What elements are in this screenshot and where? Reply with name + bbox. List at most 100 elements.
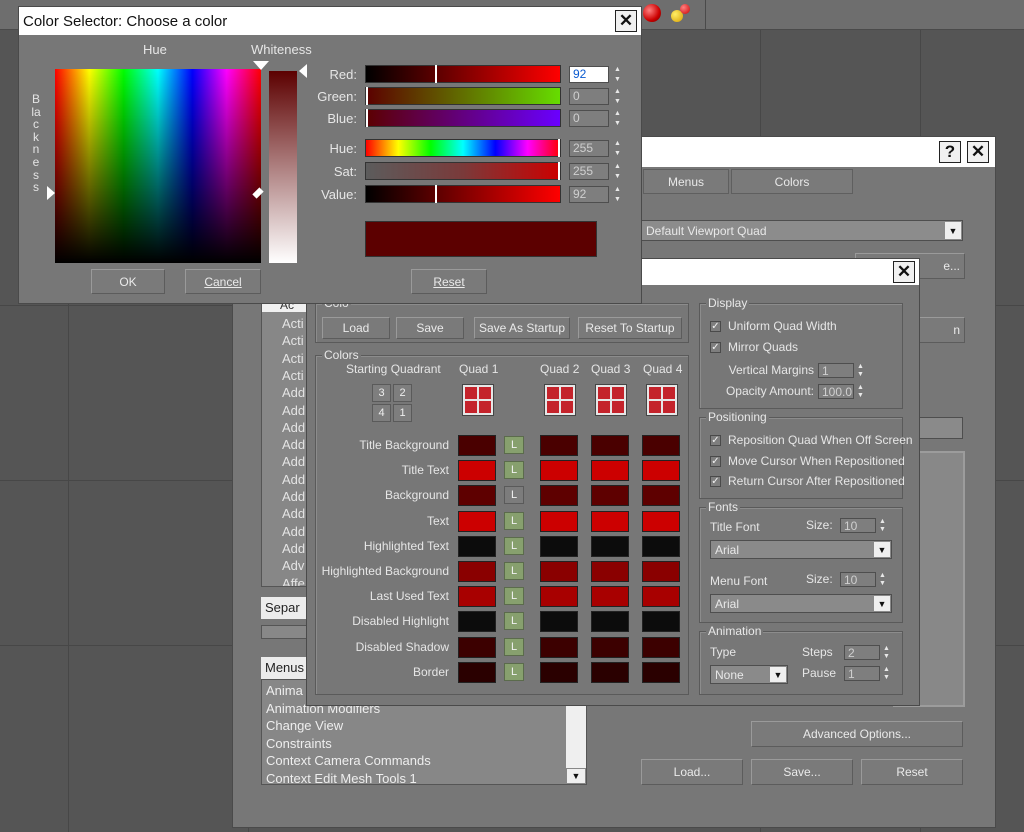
- actions-list-item[interactable]: Add: [282, 385, 305, 400]
- color-swatch[interactable]: [540, 485, 578, 507]
- slider-value-field[interactable]: 92: [569, 66, 609, 83]
- color-swatch[interactable]: [591, 561, 629, 582]
- uniform-quad-width-checkbox[interactable]: ✓: [710, 321, 721, 332]
- title-font-size-field[interactable]: 10: [840, 518, 876, 533]
- color-swatch[interactable]: [458, 661, 496, 683]
- menu-font-size-field[interactable]: 10: [840, 572, 876, 587]
- spinner-up-icon[interactable]: ▲: [613, 140, 622, 147]
- slider-thumb[interactable]: [558, 139, 560, 157]
- spinner-down-icon[interactable]: ▼: [613, 120, 622, 127]
- spinner-down-icon[interactable]: ▼: [613, 98, 622, 105]
- lock-button[interactable]: L: [504, 587, 524, 606]
- color-swatch[interactable]: [540, 460, 578, 482]
- close-icon[interactable]: ✕: [893, 261, 915, 283]
- load-button[interactable]: Load...: [641, 759, 743, 785]
- lock-button[interactable]: L: [504, 562, 524, 580]
- advanced-options-button[interactable]: Advanced Options...: [751, 721, 963, 747]
- slider-thumb[interactable]: [366, 87, 368, 105]
- opacity-spinner[interactable]: ▲ ▼: [856, 384, 865, 399]
- lock-button[interactable]: L: [504, 461, 524, 480]
- steps-field[interactable]: 2: [844, 645, 880, 660]
- slider-value-field[interactable]: 0: [569, 110, 609, 127]
- title-font-dropdown[interactable]: Arial ▼: [710, 540, 892, 559]
- slider-track[interactable]: [365, 162, 561, 180]
- slider-value-field[interactable]: 92: [569, 186, 609, 203]
- menus-list-item[interactable]: Context Edit Mesh Tools 1: [266, 770, 431, 785]
- spinner-up-icon[interactable]: ▲: [613, 163, 622, 170]
- slider-spinner[interactable]: ▲ ▼: [613, 110, 622, 127]
- lock-button[interactable]: L: [504, 612, 524, 631]
- lock-button[interactable]: L: [504, 436, 524, 454]
- actions-list-item[interactable]: Acti: [282, 351, 304, 366]
- color-swatch[interactable]: [458, 535, 496, 557]
- menus-list-item[interactable]: Change View: [266, 717, 431, 735]
- hue-blackness-field[interactable]: [55, 69, 261, 263]
- red-ball-icon[interactable]: [643, 4, 661, 22]
- ok-button[interactable]: OK: [91, 269, 165, 294]
- menu-font-dropdown[interactable]: Arial ▼: [710, 594, 892, 613]
- slider-spinner[interactable]: ▲ ▼: [613, 66, 622, 83]
- lock-button[interactable]: L: [504, 536, 524, 555]
- tab-menus[interactable]: Menus: [643, 169, 729, 194]
- actions-list-item[interactable]: Add: [282, 541, 305, 556]
- slider-track[interactable]: [365, 109, 561, 127]
- slider-spinner[interactable]: ▲ ▼: [613, 88, 622, 105]
- color-swatch[interactable]: [458, 586, 496, 608]
- menu-font-size-spinner[interactable]: ▲ ▼: [878, 572, 887, 587]
- color-swatch[interactable]: [458, 611, 496, 633]
- spinner-up-icon[interactable]: ▲: [613, 186, 622, 193]
- color-swatch[interactable]: [591, 485, 629, 507]
- slider-spinner[interactable]: ▲ ▼: [613, 140, 622, 157]
- slider-value-field[interactable]: 255: [569, 163, 609, 180]
- spinner-down-icon[interactable]: ▼: [613, 76, 622, 83]
- slider-thumb[interactable]: [435, 185, 437, 203]
- close-icon[interactable]: ✕: [615, 10, 637, 32]
- slider-thumb[interactable]: [558, 162, 560, 180]
- reset-button[interactable]: Reset: [411, 269, 487, 294]
- title-font-size-spinner[interactable]: ▲ ▼: [878, 518, 887, 533]
- mirror-quads-checkbox[interactable]: ✓: [710, 342, 721, 353]
- color-swatch[interactable]: [591, 636, 629, 658]
- actions-list-item[interactable]: Acti: [282, 316, 304, 331]
- menus-list-item[interactable]: Constraints: [266, 735, 431, 753]
- close-icon[interactable]: ✕: [967, 141, 989, 163]
- lock-button[interactable]: L: [504, 637, 524, 656]
- slider-track[interactable]: [365, 185, 561, 203]
- steps-spinner[interactable]: ▲ ▼: [882, 645, 891, 660]
- actions-list-item[interactable]: Affe: [282, 576, 305, 587]
- color-swatch[interactable]: [591, 510, 629, 532]
- color-swatch[interactable]: [642, 435, 680, 456]
- juggle-icon[interactable]: [671, 4, 691, 24]
- actions-list[interactable]: Ac Acti Acti Acti Acti Add Add Add Add Add Add Add…: [261, 297, 309, 587]
- actions-list-item[interactable]: Add: [282, 403, 305, 418]
- color-swatch[interactable]: [540, 510, 578, 532]
- actions-list-item[interactable]: Add: [282, 437, 305, 452]
- save-as-startup-button[interactable]: Save As Startup: [474, 317, 570, 339]
- spinner-up-icon[interactable]: ▲: [613, 88, 622, 95]
- spinner-down-icon[interactable]: ▼: [613, 150, 622, 157]
- color-swatch[interactable]: [642, 460, 680, 482]
- menus-list-item[interactable]: Context Camera Commands: [266, 752, 431, 770]
- spinner-down-icon[interactable]: ▼: [613, 196, 622, 203]
- color-swatch[interactable]: [540, 636, 578, 658]
- color-swatch[interactable]: [642, 485, 680, 507]
- color-swatch[interactable]: [540, 661, 578, 683]
- slider-value-field[interactable]: 0: [569, 88, 609, 105]
- color-swatch[interactable]: [591, 535, 629, 557]
- color-swatch[interactable]: [642, 661, 680, 683]
- slider-track[interactable]: [365, 139, 561, 157]
- actions-list-item[interactable]: Acti: [282, 368, 304, 383]
- save-button[interactable]: Save: [396, 317, 464, 339]
- color-swatch[interactable]: [458, 460, 496, 482]
- color-swatch[interactable]: [591, 661, 629, 683]
- color-swatch[interactable]: [642, 636, 680, 658]
- slider-track[interactable]: [365, 87, 561, 105]
- spinner-up-icon[interactable]: ▲: [613, 110, 622, 117]
- opacity-field[interactable]: 100.0: [818, 384, 854, 399]
- color-swatch[interactable]: [591, 611, 629, 633]
- pause-spinner[interactable]: ▲ ▼: [882, 666, 891, 681]
- return-cursor-checkbox[interactable]: ✓: [710, 476, 721, 487]
- lock-button[interactable]: L: [504, 486, 524, 505]
- color-swatch[interactable]: [642, 535, 680, 557]
- reposition-checkbox[interactable]: ✓: [710, 435, 721, 446]
